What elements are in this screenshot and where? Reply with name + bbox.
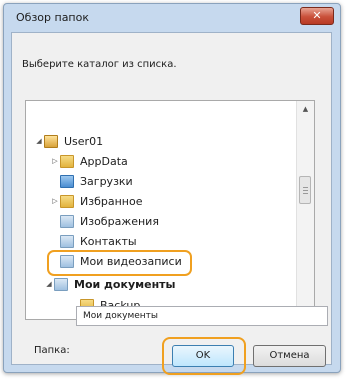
cancel-button[interactable]: Отмена: [253, 345, 326, 367]
folder-field-label: Папка:: [34, 345, 70, 356]
tree-item-label: Контакты: [80, 234, 137, 248]
tree-item-label: User01: [64, 134, 104, 148]
grip-line: [303, 193, 308, 194]
grip-line: [303, 187, 308, 188]
folder-icon: [60, 154, 74, 168]
expand-arrow-icon[interactable]: ◢: [34, 137, 44, 145]
tree-item-label: Загрузки: [80, 174, 133, 188]
instruction-text: Выберите каталог из списка.: [22, 59, 177, 70]
vertical-scrollbar[interactable]: ▲ ▼: [296, 101, 314, 319]
selection-highlight-ring: [47, 250, 192, 276]
ok-highlight-ring: [162, 337, 246, 375]
contacts-folder-icon: [60, 234, 74, 248]
window-title: Обзор папок: [16, 11, 89, 24]
tree-item-label: AppData: [80, 154, 128, 168]
downloads-folder-icon: [60, 174, 74, 188]
tree-item-appdata[interactable]: ▷ AppData: [50, 151, 128, 171]
tree-item-label: Изображения: [80, 214, 159, 228]
tree-item-label: Избранное: [80, 194, 143, 208]
expand-arrow-icon[interactable]: ◢: [44, 280, 54, 288]
favorites-folder-icon: [60, 194, 74, 208]
scroll-thumb[interactable]: [299, 176, 311, 204]
folder-name-input[interactable]: Мои документы: [76, 306, 328, 326]
expand-arrow-icon[interactable]: ▷: [50, 157, 60, 165]
tree-item-label: Мои документы: [74, 277, 176, 291]
tree-item-downloads[interactable]: Загрузки: [50, 171, 133, 191]
expand-arrow-icon[interactable]: ▷: [50, 197, 60, 205]
documents-folder-icon: [54, 277, 68, 291]
close-button[interactable]: ✕: [300, 7, 334, 25]
tree-item-favorites[interactable]: ▷ Избранное: [50, 191, 142, 211]
tree-item-pictures[interactable]: Изображения: [50, 211, 159, 231]
title-bar[interactable]: Обзор папок ✕: [4, 4, 340, 32]
folder-tree[interactable]: ◢ User01 ▷ AppData Загрузки ▷ Избранное: [25, 100, 315, 320]
tree-item-documents[interactable]: ◢ Мои документы: [44, 274, 176, 294]
pictures-folder-icon: [60, 214, 74, 228]
tree-item-contacts[interactable]: Контакты: [50, 231, 137, 251]
tree-item-user01[interactable]: ◢ User01: [34, 131, 103, 151]
close-icon: ✕: [312, 9, 322, 22]
user-folder-icon: [44, 134, 58, 148]
grip-line: [303, 190, 308, 191]
scroll-up-icon[interactable]: ▲: [297, 101, 314, 118]
